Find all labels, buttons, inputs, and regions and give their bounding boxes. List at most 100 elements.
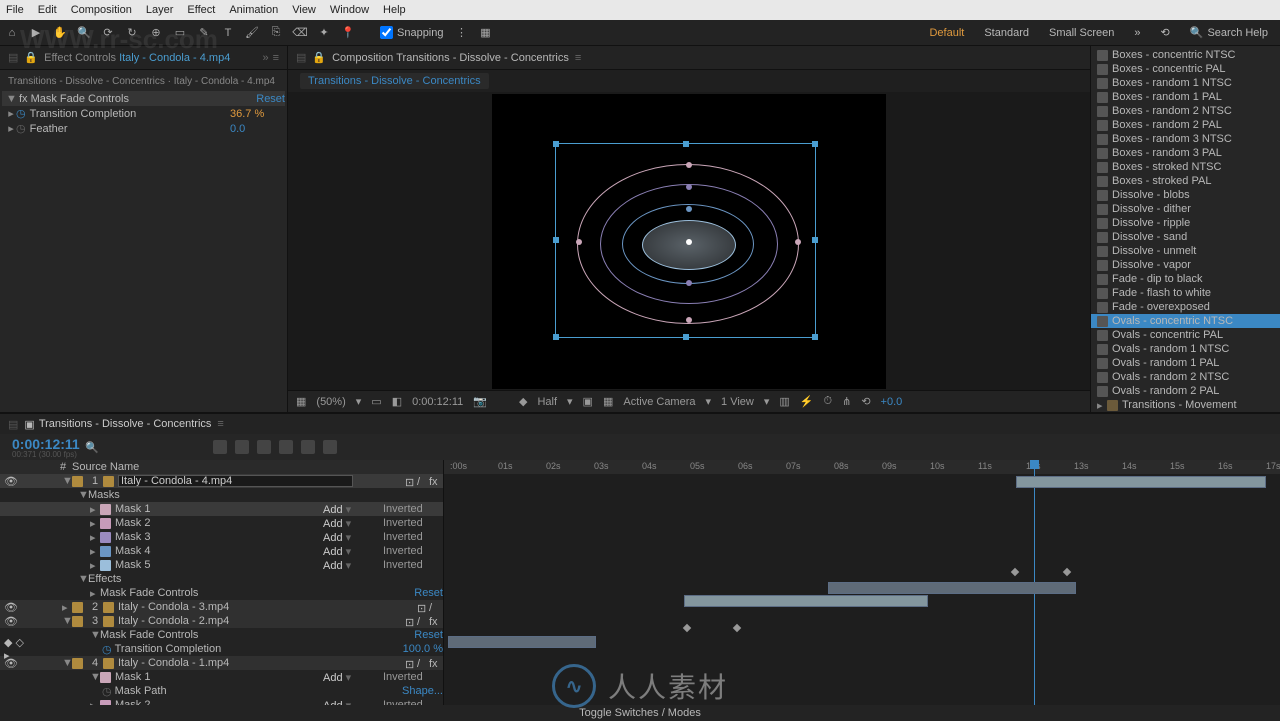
camera-dropdown[interactable]: Active Camera xyxy=(623,396,695,408)
views-dropdown[interactable]: 1 View xyxy=(721,396,754,408)
mask-color-swatch[interactable] xyxy=(100,672,111,683)
preset-item[interactable]: Dissolve - sand xyxy=(1091,230,1280,244)
preset-item[interactable]: Dissolve - dither xyxy=(1091,202,1280,216)
effect-name[interactable]: Mask Fade Controls xyxy=(100,629,414,641)
viewer-time[interactable]: 0:00:12:11 xyxy=(412,396,463,408)
timeline-row[interactable]: 👁▼4Italy - Condola - 1.mp4⊡/fx xyxy=(0,656,443,670)
stopwatch-icon[interactable]: ◷ xyxy=(102,685,112,698)
mask-name[interactable]: Mask 1 xyxy=(115,503,323,515)
channels-icon[interactable]: ◆ xyxy=(519,395,527,408)
preset-item[interactable]: Ovals - concentric NTSC xyxy=(1091,314,1280,328)
prop-feather-value[interactable]: 0.0 xyxy=(230,123,285,135)
layer-color-swatch[interactable] xyxy=(72,616,83,627)
timeline-tab[interactable]: ▤ ▣ Transitions - Dissolve - Concentrics… xyxy=(0,414,1280,434)
viewer-caret-icon[interactable]: ▾ xyxy=(356,395,362,408)
handle-icon[interactable] xyxy=(553,334,559,340)
preset-item[interactable]: Boxes - random 2 NTSC xyxy=(1091,104,1280,118)
preset-item[interactable]: Boxes - stroked NTSC xyxy=(1091,160,1280,174)
text-tool-icon[interactable]: T xyxy=(218,23,238,43)
anchor-icon[interactable] xyxy=(576,239,582,245)
timeline-row[interactable]: 👁▼3Italy - Condola - 2.mp4⊡/fx xyxy=(0,614,443,628)
layer-bar[interactable] xyxy=(828,582,1076,594)
mask-color-swatch[interactable] xyxy=(100,518,111,529)
mask-caret-icon[interactable]: ▸ xyxy=(90,531,100,544)
preset-item[interactable]: Ovals - random 2 NTSC xyxy=(1091,370,1280,384)
mask-inverted-label[interactable]: Inverted xyxy=(383,545,443,557)
anchor-icon[interactable] xyxy=(686,280,692,286)
home-icon[interactable]: ⌂ xyxy=(2,23,22,43)
tl-renderers-icon[interactable] xyxy=(323,440,337,454)
effect-reset-link[interactable]: Reset xyxy=(414,629,443,641)
anchor-icon[interactable] xyxy=(686,184,692,190)
mask-color-swatch[interactable] xyxy=(100,546,111,557)
toggle-switches-modes[interactable]: Toggle Switches / Modes xyxy=(579,707,701,719)
preset-item[interactable]: Boxes - concentric PAL xyxy=(1091,62,1280,76)
prop-value[interactable]: Shape... xyxy=(402,685,443,697)
timeline-row[interactable]: ▸Mask 3Add ▾Inverted xyxy=(0,530,443,544)
menu-file[interactable]: File xyxy=(6,4,24,16)
panel-menu-icon[interactable]: ≡ xyxy=(217,418,223,430)
workspace-standard[interactable]: Standard xyxy=(984,27,1029,39)
timeline-tracks[interactable]: :00s01s02s03s04s05s06s07s08s09s10s11s12s… xyxy=(444,460,1280,705)
layer-color-swatch[interactable] xyxy=(72,658,83,669)
timeline-row[interactable]: ▸Mask 1Add ▾Inverted xyxy=(0,502,443,516)
prop-caret-icon[interactable]: ▸ xyxy=(6,122,16,135)
keyframe-icon[interactable] xyxy=(683,624,691,632)
comp-crumb-item[interactable]: Transitions - Dissolve - Concentrics xyxy=(300,73,489,89)
preset-item[interactable]: Ovals - random 1 PAL xyxy=(1091,356,1280,370)
roto-tool-icon[interactable]: ✦ xyxy=(314,23,334,43)
dropdown-caret-icon[interactable]: ▾ xyxy=(346,672,352,684)
preset-item[interactable]: Dissolve - ripple xyxy=(1091,216,1280,230)
prop-transition-completion-value[interactable]: 36.7 % xyxy=(230,108,285,120)
dropdown-caret-icon[interactable]: ▾ xyxy=(346,546,352,558)
mask-inverted-label[interactable]: Inverted xyxy=(383,517,443,529)
brush-tool-icon[interactable]: 🖌 xyxy=(242,23,262,43)
mask-inverted-label[interactable]: Inverted xyxy=(383,531,443,543)
snap-opts-icon[interactable]: ⋮ xyxy=(452,23,472,43)
eraser-tool-icon[interactable]: ⌫ xyxy=(290,23,310,43)
preset-item[interactable]: Fade - overexposed xyxy=(1091,300,1280,314)
menu-effect[interactable]: Effect xyxy=(187,4,215,16)
handle-icon[interactable] xyxy=(553,237,559,243)
prop-caret-icon[interactable]: ▸ xyxy=(6,107,16,120)
mask-color-swatch[interactable] xyxy=(100,504,111,515)
layer-caret-icon[interactable]: ▼ xyxy=(62,475,72,487)
pen-tool-icon[interactable]: ✎ xyxy=(194,23,214,43)
layer-bar[interactable] xyxy=(684,595,928,607)
timeline-row[interactable]: ▼Effects xyxy=(0,572,443,586)
effect-reset-link[interactable]: Reset xyxy=(414,587,443,599)
stopwatch-icon[interactable]: ◷ xyxy=(102,643,112,656)
zoom-dropdown[interactable]: (50%) xyxy=(316,396,345,408)
preset-item[interactable]: Dissolve - vapor xyxy=(1091,258,1280,272)
mask-name[interactable]: Mask 5 xyxy=(115,559,323,571)
panel-grip-icon[interactable]: ▤ xyxy=(8,418,18,431)
preset-item[interactable]: Boxes - random 3 NTSC xyxy=(1091,132,1280,146)
timeline-row[interactable]: ▸Mask 4Add ▾Inverted xyxy=(0,544,443,558)
preset-item[interactable]: Ovals - random 1 NTSC xyxy=(1091,342,1280,356)
mask-name[interactable]: Mask 1 xyxy=(115,671,323,683)
keyframe-icon[interactable] xyxy=(1011,568,1019,576)
mask-mode-dropdown[interactable]: Add xyxy=(323,560,343,572)
viewer-caret-icon[interactable]: ▾ xyxy=(706,395,712,408)
effect-caret-icon[interactable]: ▼ xyxy=(90,629,100,641)
workspace-default[interactable]: Default xyxy=(929,27,964,39)
tl-draft3d-icon[interactable] xyxy=(301,440,315,454)
layer-name-input[interactable] xyxy=(118,475,353,487)
anchor-tool-icon[interactable]: ⊕ xyxy=(146,23,166,43)
layer-caret-icon[interactable]: ▼ xyxy=(62,615,72,627)
lock-icon[interactable]: 🔒 xyxy=(312,51,326,64)
layer-color-swatch[interactable] xyxy=(72,602,83,613)
transparency-icon[interactable]: ▦ xyxy=(603,395,613,408)
preset-item[interactable]: Boxes - stroked PAL xyxy=(1091,174,1280,188)
tl-shy-icon[interactable] xyxy=(213,440,227,454)
dropdown-caret-icon[interactable]: ▾ xyxy=(346,504,352,516)
hand-tool-icon[interactable]: ✋ xyxy=(50,23,70,43)
rotate-tool-icon[interactable]: ↻ xyxy=(122,23,142,43)
timeline-row[interactable]: 👁▼1⊡/fx xyxy=(0,474,443,488)
panel-grip-icon[interactable]: ▤ xyxy=(296,51,306,64)
group-caret-icon[interactable]: ▼ xyxy=(78,489,88,501)
mask-caret-icon[interactable]: ▸ xyxy=(90,559,100,572)
anchor-icon[interactable] xyxy=(795,239,801,245)
anchor-icon[interactable] xyxy=(686,162,692,168)
timeline-row[interactable]: ▸Mask Fade ControlsReset xyxy=(0,586,443,600)
